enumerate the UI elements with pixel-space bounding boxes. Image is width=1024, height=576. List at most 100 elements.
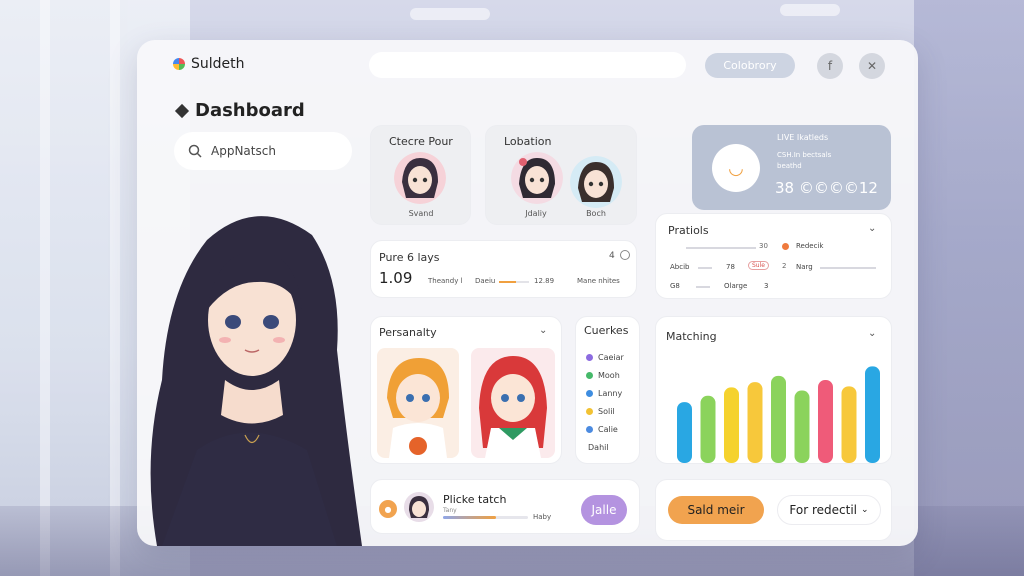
slider-track[interactable] bbox=[696, 286, 710, 288]
avatar-caption: Boch bbox=[586, 209, 606, 218]
legend-dot bbox=[586, 390, 593, 397]
avatar-caption: Jdaliy bbox=[525, 209, 547, 218]
row-value: 3 bbox=[764, 282, 769, 290]
pratiols-card[interactable]: Pratiols ⌄ 30 Redecik Abcib 78 Sule 2 Na… bbox=[655, 213, 892, 299]
status-icon: ● bbox=[379, 500, 397, 518]
legend-label: Calie bbox=[598, 425, 618, 434]
top-primary-button[interactable]: Colobrory bbox=[705, 53, 795, 78]
close-button[interactable]: ✕ bbox=[859, 53, 885, 79]
personality-card[interactable]: Persanalty ⌄ bbox=[370, 316, 562, 464]
slider-track[interactable] bbox=[698, 267, 712, 269]
legend-item[interactable]: Lanny bbox=[586, 389, 622, 398]
chart-bar bbox=[700, 395, 716, 463]
chart-bar bbox=[794, 390, 810, 463]
jalle-badge-button[interactable]: Jalle bbox=[581, 495, 627, 525]
timer-line2: CSH.In bectsals bbox=[777, 151, 832, 159]
legend-label: Lanny bbox=[598, 389, 623, 398]
timer-line3: beathd bbox=[777, 162, 802, 170]
search-value: AppNatsch bbox=[211, 144, 276, 158]
row-label: Olarge bbox=[724, 282, 748, 290]
match-sub: Tany bbox=[443, 507, 457, 514]
row-label: Abcib bbox=[670, 263, 690, 271]
legend-label: Dahil bbox=[588, 443, 609, 452]
character-card[interactable]: Ctecre Pour Svand bbox=[370, 125, 471, 225]
row-value: 2 bbox=[782, 262, 787, 270]
card-title: Pure 6 lays bbox=[379, 251, 440, 264]
secondary-action-label: For redectil bbox=[789, 503, 858, 517]
chart-bar bbox=[747, 382, 763, 463]
app-brand: Suldeth bbox=[173, 56, 245, 72]
chevron-down-icon: ⌄ bbox=[861, 505, 869, 515]
ceiling-light bbox=[410, 8, 490, 20]
legend-item[interactable]: Dahil bbox=[588, 443, 609, 452]
legend-label: Solil bbox=[598, 407, 615, 416]
pure-days-value: 1.09 bbox=[379, 269, 413, 287]
info-button[interactable]: f bbox=[817, 53, 843, 79]
pure-days-card[interactable]: Pure 6 lays 4 1.09 Theandy l Daeiu 12.89… bbox=[370, 240, 637, 298]
row-value: 78 bbox=[726, 263, 735, 271]
card-title: Pratiols bbox=[668, 224, 709, 237]
sidebar-search[interactable]: AppNatsch bbox=[174, 132, 352, 170]
status-dot bbox=[782, 243, 789, 250]
legend-dot bbox=[586, 372, 593, 379]
character-avatar bbox=[570, 156, 622, 208]
stat-label: Theandy l bbox=[428, 277, 463, 285]
chart-bar bbox=[677, 402, 692, 463]
card-title: Ctecre Pour bbox=[389, 135, 453, 148]
chart-bar bbox=[818, 380, 833, 463]
character-illustration bbox=[150, 216, 362, 546]
labitation-card[interactable]: Lobation Jdaliy Boch bbox=[485, 125, 637, 225]
card-title: Lobation bbox=[504, 135, 552, 148]
matching-chart-card[interactable]: Matching ⌄ bbox=[655, 316, 892, 464]
bar-chart bbox=[677, 366, 880, 463]
legend-item[interactable]: Mooh bbox=[586, 371, 620, 380]
stat-label: Mane nhites bbox=[577, 277, 620, 285]
timer-line1: LIVE Ikatleds bbox=[777, 133, 829, 142]
card-title: Persanalty bbox=[379, 326, 437, 339]
cuerkes-card[interactable]: Cuerkes Caeiar Mooh Lanny Solil Calie Da… bbox=[575, 316, 640, 464]
row-label: G8 bbox=[670, 282, 680, 290]
legend-dot bbox=[586, 408, 593, 415]
match-title: Plicke tatch bbox=[443, 493, 507, 506]
brand-name: Suldeth bbox=[191, 56, 245, 72]
legend-item[interactable]: Calie bbox=[586, 425, 618, 434]
chart-bar bbox=[841, 386, 857, 463]
secondary-action-button[interactable]: For redectil ⌄ bbox=[777, 495, 881, 525]
chart-bar bbox=[724, 387, 739, 463]
character-avatar bbox=[511, 152, 563, 204]
live-timer-card[interactable]: ◡ LIVE Ikatleds CSH.In bectsals beathd 3… bbox=[692, 125, 891, 210]
progress-fill bbox=[499, 281, 516, 283]
match-avatar bbox=[404, 492, 434, 522]
character-portrait bbox=[377, 348, 459, 458]
chart-bar bbox=[865, 366, 880, 463]
ceiling-light bbox=[780, 4, 840, 16]
timer-stats: 38 ©©©©12 bbox=[775, 179, 878, 197]
diamond-icon bbox=[174, 103, 190, 118]
character-portrait bbox=[471, 348, 555, 458]
info-icon bbox=[620, 250, 630, 260]
legend-label: Mooh bbox=[598, 371, 620, 380]
logo-icon bbox=[173, 58, 185, 70]
legend-item[interactable]: Solil bbox=[586, 407, 615, 416]
chevron-down-icon[interactable]: ⌄ bbox=[868, 223, 876, 234]
page-title: Dashboard bbox=[195, 100, 305, 121]
slider-track[interactable] bbox=[820, 267, 876, 269]
legend-dot bbox=[586, 426, 593, 433]
match-progress-track bbox=[443, 516, 528, 519]
primary-action-button[interactable]: Sald meir bbox=[668, 496, 764, 524]
dashboard-window: Suldeth Colobrory f ✕ Dashboard AppNatsc… bbox=[137, 40, 918, 546]
avatar-caption: Svand bbox=[408, 209, 434, 218]
match-progress-fill bbox=[443, 516, 496, 519]
row-label: Redecik bbox=[796, 242, 824, 250]
legend-dot bbox=[586, 354, 593, 361]
legend-item[interactable]: Caeiar bbox=[586, 353, 624, 362]
slider-track[interactable] bbox=[686, 247, 756, 249]
character-avatar bbox=[394, 152, 446, 204]
chevron-down-icon[interactable]: ⌄ bbox=[539, 325, 547, 336]
stat-label: Daeiu bbox=[475, 277, 496, 285]
top-search-input[interactable] bbox=[369, 52, 686, 78]
legend-label: Caeiar bbox=[598, 353, 624, 362]
backdrop-wall bbox=[914, 0, 1024, 576]
tag-badge: Sule bbox=[748, 261, 769, 270]
row-label: Narg bbox=[796, 263, 813, 271]
